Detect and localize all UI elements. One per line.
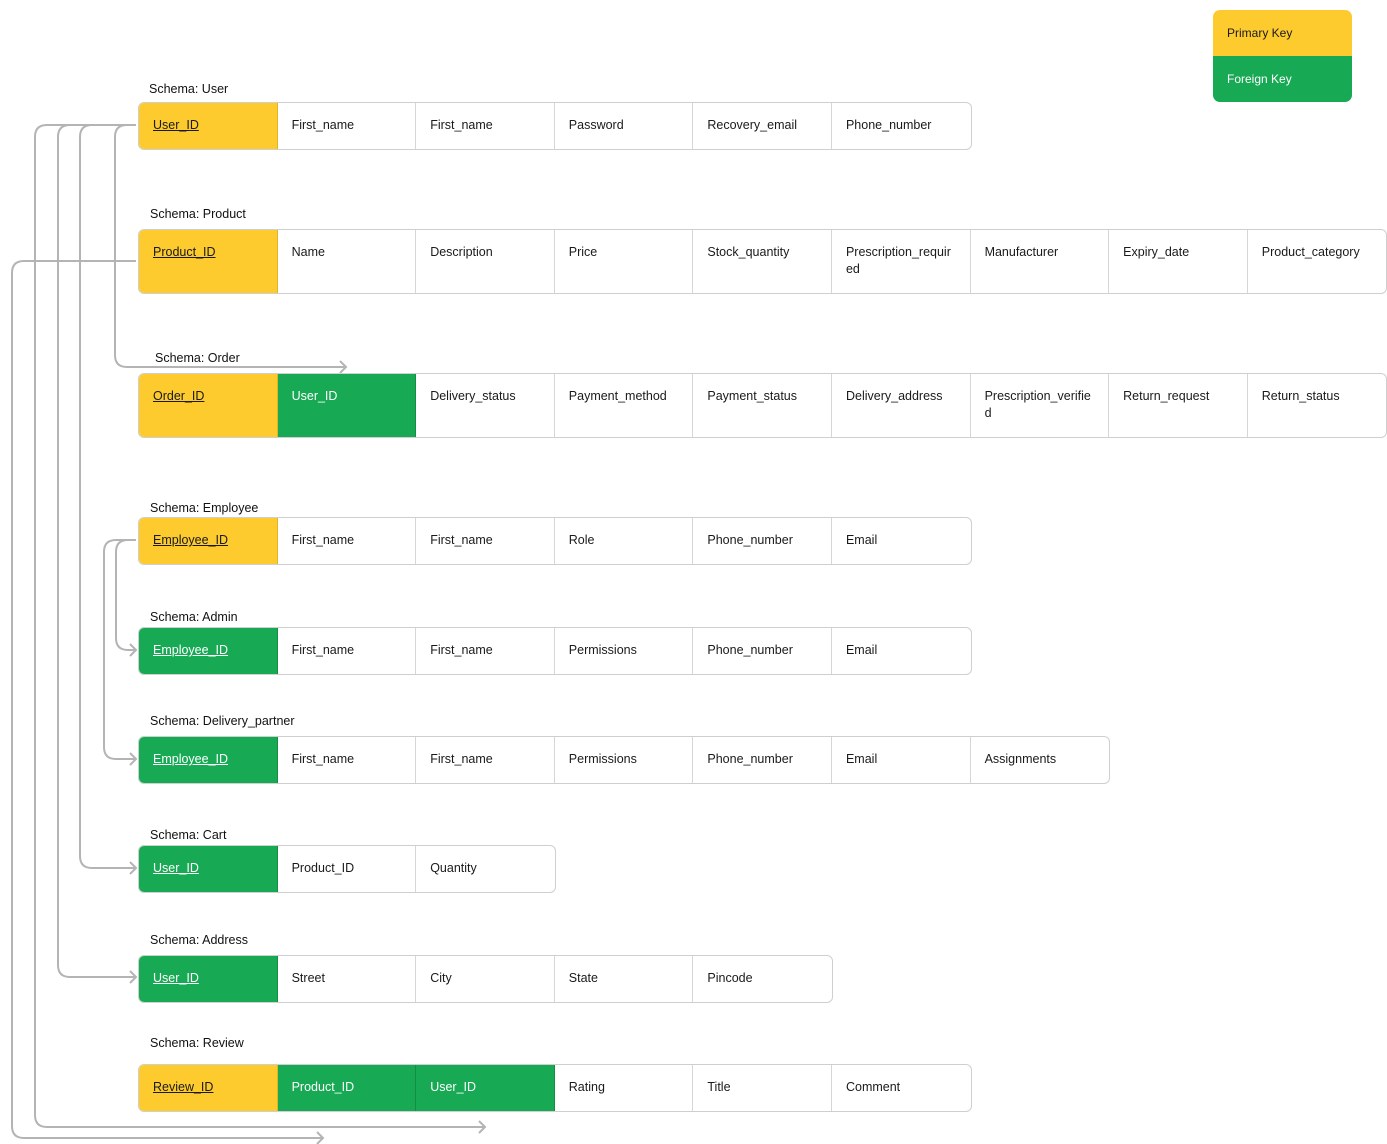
- column-first-name: First_name: [278, 628, 417, 674]
- primary-key-column-product-id: Product_ID: [139, 230, 278, 293]
- column-recovery-email: Recovery_email: [693, 103, 832, 149]
- column-product-category: Product_category: [1261, 245, 1360, 259]
- column-first-name: First_name: [278, 518, 417, 564]
- schema-label-order: Schema: Order: [155, 351, 240, 365]
- schema-label-employee: Schema: Employee: [150, 501, 259, 515]
- schema-label-admin: Schema: Admin: [150, 610, 238, 624]
- column-manufacturer: Manufacturer: [971, 230, 1110, 293]
- column-first-name: First_name: [416, 103, 555, 149]
- column-expiry-date: Expiry_date: [1109, 230, 1248, 293]
- foreign-key-column-user-id: User_ID: [277, 374, 417, 437]
- connector-user-cart: [79, 124, 138, 875]
- schema-table-user: User_ID First_name First_name Password Recov…: [138, 102, 972, 150]
- schema-label-review: Schema: Review: [150, 1036, 244, 1050]
- arrowhead-icon: [129, 970, 138, 984]
- column-permissions: Permissions: [555, 737, 694, 783]
- connector-user-address: [57, 124, 138, 984]
- arrowhead-icon: [478, 1120, 487, 1134]
- schema-label-delivery_partner: Schema: Delivery_partner: [150, 714, 295, 728]
- arrowhead-icon: [129, 861, 138, 875]
- schema-label-product: Schema: Product: [150, 207, 246, 221]
- column-product-id: Product_ID: [278, 846, 417, 892]
- primary-key-column-order-id: Order_ID: [139, 374, 278, 437]
- schema-table-order: Order_ID User_ID Delivery_status Payment_me…: [138, 373, 1387, 438]
- foreign-key-column-user-id: User_ID: [139, 846, 278, 892]
- arrowhead-icon: [129, 752, 138, 766]
- column-comment: Comment: [845, 1080, 901, 1094]
- column-return-status: Return_status: [1261, 389, 1340, 403]
- column-street: Street: [278, 956, 417, 1002]
- column-payment-status: Payment_status: [693, 374, 832, 437]
- column-price: Price: [555, 230, 694, 293]
- legend-foreign-key: Foreign Key: [1213, 56, 1352, 102]
- foreign-key-column-employee-id: Employee_ID: [139, 628, 278, 674]
- column-return-request: Return_request: [1109, 374, 1248, 437]
- column-email: Email: [845, 643, 878, 657]
- column-state: State: [555, 956, 694, 1002]
- column-stock-quantity: Stock_quantity: [693, 230, 832, 293]
- column-name: Name: [278, 230, 417, 293]
- column-role: Role: [555, 518, 694, 564]
- arrowhead-icon: [316, 1131, 325, 1144]
- column-permissions: Permissions: [555, 628, 694, 674]
- column-pincode: Pincode: [707, 971, 753, 985]
- column-quantity: Quantity: [430, 861, 477, 875]
- column-assignments: Assignments: [984, 752, 1057, 766]
- column-prescription-required: Prescription_required: [832, 230, 971, 293]
- arrowhead-icon: [339, 360, 348, 374]
- column-phone-number: Phone_number: [845, 118, 932, 132]
- column-email: Email: [845, 533, 878, 547]
- schema-label-address: Schema: Address: [150, 933, 248, 947]
- schema-table-cart: User_ID Product_ID Quantity: [138, 845, 556, 893]
- schema-table-admin: Employee_ID First_name First_name Permissio…: [138, 627, 972, 675]
- column-city: City: [416, 956, 555, 1002]
- column-first-name: First_name: [416, 737, 555, 783]
- foreign-key-column-user-id: User_ID: [139, 956, 278, 1002]
- column-phone-number: Phone_number: [693, 518, 832, 564]
- column-title: Title: [693, 1065, 832, 1111]
- arrowhead-icon: [129, 643, 138, 657]
- column-delivery-address: Delivery_address: [832, 374, 971, 437]
- column-first-name: First_name: [278, 737, 417, 783]
- schema-table-product: Product_ID Name Description Price Stock_quan…: [138, 229, 1387, 294]
- column-first-name: First_name: [416, 518, 555, 564]
- column-payment-method: Payment_method: [555, 374, 694, 437]
- foreign-key-column-employee-id: Employee_ID: [139, 737, 278, 783]
- column-prescription-verified: Prescription_verified: [971, 374, 1110, 437]
- schema-table-address: User_ID Street City State Pincode: [138, 955, 833, 1003]
- key-legend: Primary Key Foreign Key: [1213, 10, 1352, 102]
- foreign-key-column-product-id: Product_ID: [277, 1065, 417, 1111]
- column-delivery-status: Delivery_status: [416, 374, 555, 437]
- connector-employee-delivery-partner: [103, 539, 138, 766]
- column-email: Email: [832, 737, 971, 783]
- schema-table-delivery_partner: Employee_ID First_name First_name Permissio…: [138, 736, 1111, 784]
- primary-key-column-employee-id: Employee_ID: [139, 518, 278, 564]
- column-first-name: First_name: [416, 628, 555, 674]
- schema-table-review: Review_ID Product_ID User_ID Rating Title Com…: [138, 1064, 972, 1112]
- connector-employee-admin: [115, 539, 138, 657]
- schema-table-employee: Employee_ID First_name First_name Role Phone…: [138, 517, 972, 565]
- column-rating: Rating: [555, 1065, 694, 1111]
- foreign-key-column-user-id: User_ID: [416, 1065, 555, 1111]
- column-password: Password: [555, 103, 694, 149]
- primary-key-column-user-id: User_ID: [139, 103, 278, 149]
- column-phone-number: Phone_number: [693, 737, 832, 783]
- primary-key-column-review-id: Review_ID: [139, 1065, 278, 1111]
- column-first-name: First_name: [278, 103, 417, 149]
- column-description: Description: [416, 230, 555, 293]
- schema-label-user: Schema: User: [149, 82, 229, 96]
- column-phone-number: Phone_number: [693, 628, 832, 674]
- schema-label-cart: Schema: Cart: [150, 828, 227, 842]
- legend-primary-key: Primary Key: [1213, 10, 1352, 56]
